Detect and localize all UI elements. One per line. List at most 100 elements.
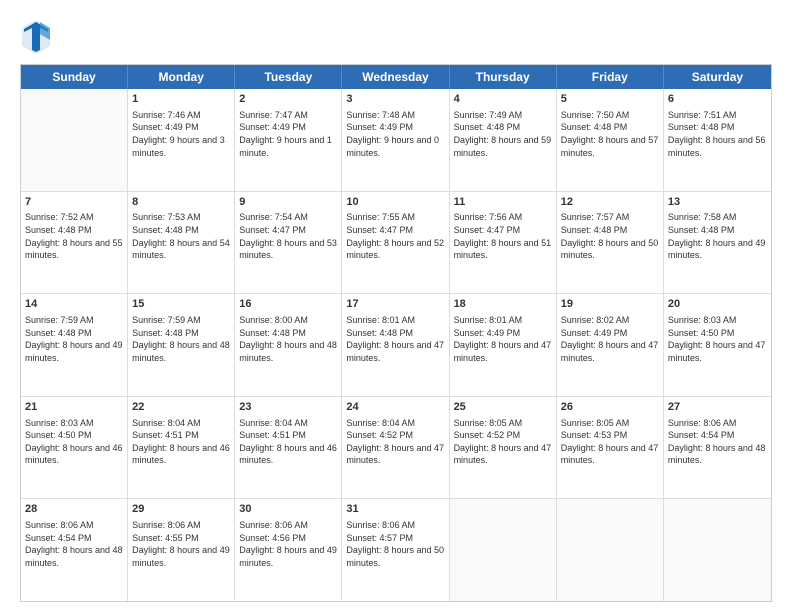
calendar-cell: 24Sunrise: 8:04 AMSunset: 4:52 PMDayligh… xyxy=(342,397,449,499)
calendar-cell xyxy=(21,89,128,191)
calendar-row-3: 14 Sunrise: 7:59 AMSunset: 4:48 PMDayligh… xyxy=(21,294,771,397)
cell-info: Sunrise: 7:53 AMSunset: 4:48 PMDaylight:… xyxy=(132,211,230,261)
calendar-cell: 13Sunrise: 7:58 AMSunset: 4:48 PMDayligh… xyxy=(664,192,771,294)
cell-info: Sunrise: 7:57 AMSunset: 4:48 PMDaylight:… xyxy=(561,211,659,261)
day-number: 11 xyxy=(454,195,552,210)
day-number: 23 xyxy=(239,400,337,415)
cell-info: Sunrise: 8:03 AMSunset: 4:50 PMDaylight:… xyxy=(25,417,123,467)
logo-icon xyxy=(20,18,52,54)
calendar-cell: 7Sunrise: 7:52 AMSunset: 4:48 PMDaylight… xyxy=(21,192,128,294)
cell-info: Sunrise: 8:06 AMSunset: 4:57 PMDaylight:… xyxy=(346,519,444,569)
cell-info: Sunrise: 8:01 AMSunset: 4:49 PMDaylight:… xyxy=(454,314,552,364)
cell-info: Sunrise: 8:02 AMSunset: 4:49 PMDaylight:… xyxy=(561,314,659,364)
calendar-cell: 26 Sunrise: 8:05 AMSunset: 4:53 PMDayligh… xyxy=(557,397,664,499)
cell-info: Sunrise: 8:06 AMSunset: 4:56 PMDaylight:… xyxy=(239,519,337,569)
header-day-saturday: Saturday xyxy=(664,65,771,89)
day-number: 30 xyxy=(239,502,337,517)
calendar-cell: 27 Sunrise: 8:06 AMSunset: 4:54 PMDayligh… xyxy=(664,397,771,499)
cell-info: Sunrise: 8:05 AMSunset: 4:52 PMDaylight:… xyxy=(454,417,552,467)
day-number: 2 xyxy=(239,92,337,107)
calendar-cell: 3 Sunrise: 7:48 AMSunset: 4:49 PMDaylight… xyxy=(342,89,449,191)
day-number: 22 xyxy=(132,400,230,415)
cell-info: Sunrise: 7:46 AMSunset: 4:49 PMDaylight:… xyxy=(132,109,230,159)
day-number: 9 xyxy=(239,195,337,210)
cell-info: Sunrise: 7:56 AMSunset: 4:47 PMDaylight:… xyxy=(454,211,552,261)
cell-info: Sunrise: 8:03 AMSunset: 4:50 PMDaylight:… xyxy=(668,314,767,364)
page: SundayMondayTuesdayWednesdayThursdayFrid… xyxy=(0,0,792,612)
day-number: 19 xyxy=(561,297,659,312)
calendar-row-4: 21 Sunrise: 8:03 AMSunset: 4:50 PMDayligh… xyxy=(21,397,771,500)
day-number: 7 xyxy=(25,195,123,210)
day-number: 10 xyxy=(346,195,444,210)
cell-info: Sunrise: 8:04 AMSunset: 4:51 PMDaylight:… xyxy=(132,417,230,467)
calendar-cell: 17Sunrise: 8:01 AMSunset: 4:48 PMDayligh… xyxy=(342,294,449,396)
header-day-friday: Friday xyxy=(557,65,664,89)
day-number: 20 xyxy=(668,297,767,312)
cell-info: Sunrise: 7:59 AMSunset: 4:48 PMDaylight:… xyxy=(25,314,123,364)
header-day-sunday: Sunday xyxy=(21,65,128,89)
calendar-cell: 9Sunrise: 7:54 AMSunset: 4:47 PMDaylight… xyxy=(235,192,342,294)
cell-info: Sunrise: 8:06 AMSunset: 4:55 PMDaylight:… xyxy=(132,519,230,569)
calendar-cell: 22 Sunrise: 8:04 AMSunset: 4:51 PMDayligh… xyxy=(128,397,235,499)
calendar-cell: 21 Sunrise: 8:03 AMSunset: 4:50 PMDayligh… xyxy=(21,397,128,499)
logo xyxy=(20,18,56,54)
header-day-wednesday: Wednesday xyxy=(342,65,449,89)
calendar-cell: 25 Sunrise: 8:05 AMSunset: 4:52 PMDayligh… xyxy=(450,397,557,499)
calendar: SundayMondayTuesdayWednesdayThursdayFrid… xyxy=(20,64,772,602)
calendar-cell: 14 Sunrise: 7:59 AMSunset: 4:48 PMDayligh… xyxy=(21,294,128,396)
calendar-header: SundayMondayTuesdayWednesdayThursdayFrid… xyxy=(21,65,771,89)
calendar-row-2: 7Sunrise: 7:52 AMSunset: 4:48 PMDaylight… xyxy=(21,192,771,295)
day-number: 24 xyxy=(346,400,444,415)
day-number: 13 xyxy=(668,195,767,210)
calendar-cell: 8Sunrise: 7:53 AMSunset: 4:48 PMDaylight… xyxy=(128,192,235,294)
calendar-cell xyxy=(557,499,664,601)
day-number: 16 xyxy=(239,297,337,312)
cell-info: Sunrise: 7:52 AMSunset: 4:48 PMDaylight:… xyxy=(25,211,123,261)
calendar-cell: 12Sunrise: 7:57 AMSunset: 4:48 PMDayligh… xyxy=(557,192,664,294)
header-day-thursday: Thursday xyxy=(450,65,557,89)
calendar-cell: 20 Sunrise: 8:03 AMSunset: 4:50 PMDayligh… xyxy=(664,294,771,396)
day-number: 17 xyxy=(346,297,444,312)
day-number: 14 xyxy=(25,297,123,312)
cell-info: Sunrise: 8:04 AMSunset: 4:51 PMDaylight:… xyxy=(239,417,337,467)
calendar-cell: 31 Sunrise: 8:06 AMSunset: 4:57 PMDayligh… xyxy=(342,499,449,601)
calendar-cell: 15 Sunrise: 7:59 AMSunset: 4:48 PMDayligh… xyxy=(128,294,235,396)
cell-info: Sunrise: 8:00 AMSunset: 4:48 PMDaylight:… xyxy=(239,314,337,364)
calendar-cell: 11Sunrise: 7:56 AMSunset: 4:47 PMDayligh… xyxy=(450,192,557,294)
calendar-cell: 1 Sunrise: 7:46 AMSunset: 4:49 PMDaylight… xyxy=(128,89,235,191)
calendar-cell: 6Sunrise: 7:51 AMSunset: 4:48 PMDaylight… xyxy=(664,89,771,191)
calendar-cell xyxy=(664,499,771,601)
day-number: 15 xyxy=(132,297,230,312)
calendar-cell: 18 Sunrise: 8:01 AMSunset: 4:49 PMDayligh… xyxy=(450,294,557,396)
calendar-cell: 16 Sunrise: 8:00 AMSunset: 4:48 PMDayligh… xyxy=(235,294,342,396)
calendar-body: 1 Sunrise: 7:46 AMSunset: 4:49 PMDaylight… xyxy=(21,89,771,601)
cell-info: Sunrise: 7:58 AMSunset: 4:48 PMDaylight:… xyxy=(668,211,767,261)
day-number: 31 xyxy=(346,502,444,517)
day-number: 21 xyxy=(25,400,123,415)
cell-info: Sunrise: 8:06 AMSunset: 4:54 PMDaylight:… xyxy=(25,519,123,569)
calendar-cell: 4 Sunrise: 7:49 AMSunset: 4:48 PMDaylight… xyxy=(450,89,557,191)
cell-info: Sunrise: 8:05 AMSunset: 4:53 PMDaylight:… xyxy=(561,417,659,467)
cell-info: Sunrise: 7:49 AMSunset: 4:48 PMDaylight:… xyxy=(454,109,552,159)
cell-info: Sunrise: 7:55 AMSunset: 4:47 PMDaylight:… xyxy=(346,211,444,261)
header-day-monday: Monday xyxy=(128,65,235,89)
cell-info: Sunrise: 7:59 AMSunset: 4:48 PMDaylight:… xyxy=(132,314,230,364)
calendar-cell: 10Sunrise: 7:55 AMSunset: 4:47 PMDayligh… xyxy=(342,192,449,294)
cell-info: Sunrise: 7:48 AMSunset: 4:49 PMDaylight:… xyxy=(346,109,444,159)
cell-info: Sunrise: 8:06 AMSunset: 4:54 PMDaylight:… xyxy=(668,417,767,467)
calendar-cell: 28Sunrise: 8:06 AMSunset: 4:54 PMDayligh… xyxy=(21,499,128,601)
day-number: 1 xyxy=(132,92,230,107)
day-number: 29 xyxy=(132,502,230,517)
day-number: 27 xyxy=(668,400,767,415)
day-number: 26 xyxy=(561,400,659,415)
day-number: 6 xyxy=(668,92,767,107)
day-number: 3 xyxy=(346,92,444,107)
cell-info: Sunrise: 7:50 AMSunset: 4:48 PMDaylight:… xyxy=(561,109,659,159)
cell-info: Sunrise: 7:47 AMSunset: 4:49 PMDaylight:… xyxy=(239,109,337,159)
day-number: 4 xyxy=(454,92,552,107)
day-number: 18 xyxy=(454,297,552,312)
calendar-cell: 23 Sunrise: 8:04 AMSunset: 4:51 PMDayligh… xyxy=(235,397,342,499)
day-number: 12 xyxy=(561,195,659,210)
day-number: 25 xyxy=(454,400,552,415)
calendar-cell: 5Sunrise: 7:50 AMSunset: 4:48 PMDaylight… xyxy=(557,89,664,191)
